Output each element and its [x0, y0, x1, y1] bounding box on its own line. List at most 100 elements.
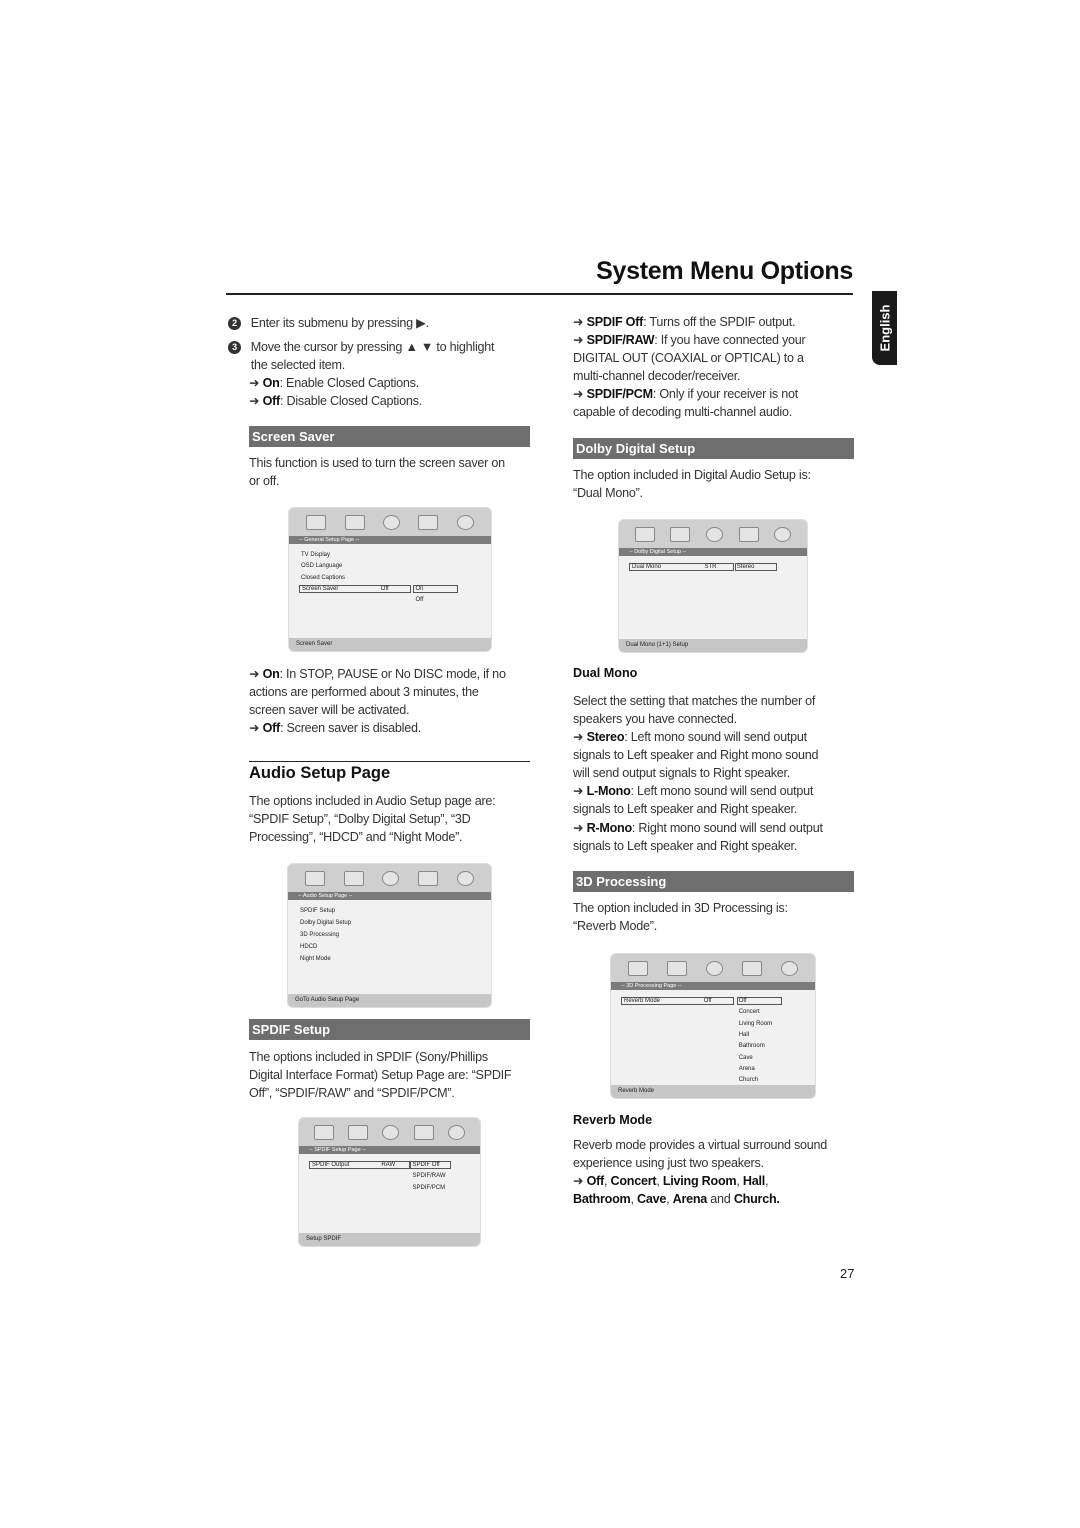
preference-icon	[738, 526, 759, 542]
menu-item: HDCD	[300, 944, 318, 950]
menu-row-label: Reverb Mode	[624, 998, 661, 1004]
screen-saver-on-text: ➜ On: In STOP, PAUSE or No DISC mode, if…	[249, 665, 549, 720]
screen-saver-section-bar: Screen Saver	[249, 426, 530, 447]
dolby-digital-icon	[705, 526, 723, 542]
text-segment: ,	[764, 1174, 769, 1188]
language-tab: English	[872, 291, 897, 365]
general-setup-icon	[314, 1124, 335, 1140]
menu-option: On	[415, 585, 424, 592]
menu-option: Hall	[738, 1031, 750, 1038]
audio-setup-menu-screenshot: -- Audio Setup Page -- SPDIF Setup Dolby D…	[287, 863, 492, 1008]
text-segment: : Enable Closed Captions.	[279, 376, 420, 390]
text-segment: The options included in Audio Setup page…	[249, 794, 496, 845]
text-segment: ➜	[573, 730, 587, 744]
screen-saver-off-text: ➜ Off: Screen saver is disabled.	[249, 719, 549, 737]
audio-setup-icon	[343, 870, 364, 886]
dual-mono-description: Select the setting that matches the numb…	[573, 692, 873, 728]
text-segment: ➜	[573, 333, 587, 347]
bold-term: Off	[586, 1174, 605, 1188]
menu-option: Church	[738, 1077, 759, 1084]
text-segment: Reverb mode provides a virtual surround …	[573, 1138, 828, 1171]
menu-help-bar: Dual Mono (1+1) Setup	[619, 639, 807, 652]
audio-setup-icon	[667, 960, 688, 976]
reverb-mode-options: ➜ Off, Concert, Living Room, Hall, Bathr…	[573, 1172, 873, 1208]
menu-item: Dolby Digital Setup	[300, 920, 352, 926]
menu-item: 3D Processing	[300, 932, 340, 938]
audio-setup-icon	[344, 514, 365, 530]
step-3: 3 Move the cursor by pressing ▲ ▼ to hig…	[228, 338, 528, 374]
text-segment: Select the setting that matches the numb…	[573, 694, 816, 727]
bold-term: Bathroom	[573, 1192, 631, 1207]
3d-processing-description: The option included in 3D Processing is:…	[573, 899, 873, 935]
menu-item: SPDIF Setup	[300, 908, 336, 914]
menu-row-label: SPDIF Output	[312, 1162, 350, 1168]
bold-term: Church.	[733, 1192, 780, 1207]
spdif-description: The options included in SPDIF (Sony/Phil…	[249, 1048, 549, 1103]
password-lock-icon	[447, 1124, 465, 1140]
3d-processing-section-bar: 3D Processing	[573, 871, 854, 892]
text-segment: ,	[604, 1174, 611, 1188]
step-number: 2	[228, 317, 241, 330]
audio-setup-icon	[348, 1124, 369, 1140]
bold-term: Stereo	[586, 730, 625, 744]
menu-row-value: Off	[380, 585, 389, 592]
menu-icon-bar	[288, 864, 491, 892]
bold-term: Hall	[742, 1174, 765, 1188]
bold-term: SPDIF Off	[586, 315, 644, 329]
bold-term: Living Room	[662, 1174, 737, 1188]
text-segment: ➜	[573, 387, 587, 401]
screen-saver-description: This function is used to turn the screen…	[249, 454, 549, 490]
general-setup-icon	[305, 870, 326, 886]
audio-setup-description: The options included in Audio Setup page…	[249, 792, 549, 847]
dolby-digital-icon	[382, 870, 400, 886]
menu-item: TV Display	[301, 552, 331, 558]
title-rule	[226, 293, 853, 295]
text-segment: ➜	[249, 394, 263, 408]
menu-row-label: Screen Saver	[302, 585, 339, 592]
cc-off-text: ➜ Off: Disable Closed Captions.	[249, 392, 549, 410]
dolby-setup-menu-screenshot: -- Dolby Digital Setup -- Dual Mono STR Ste…	[618, 519, 808, 653]
text-segment: ➜	[573, 315, 587, 329]
text-segment: : In STOP, PAUSE or No DISC mode, if no …	[249, 667, 506, 718]
page-number: 27	[840, 1266, 855, 1281]
text-segment: The option included in Digital Audio Set…	[573, 468, 811, 501]
menu-option: Bathroom	[738, 1043, 765, 1050]
text-segment: ,	[736, 1174, 743, 1188]
text-segment: ➜	[249, 376, 263, 390]
text-segment: ,	[656, 1174, 663, 1188]
language-tab-label: English	[877, 304, 892, 352]
spdif-off-text: ➜ SPDIF Off: Turns off the SPDIF output.	[573, 313, 873, 331]
menu-option: SPDIF Off	[412, 1162, 440, 1168]
section-rule	[249, 761, 530, 762]
reverb-mode-heading: Reverb Mode	[573, 1113, 653, 1127]
step-2: 2 Enter its submenu by pressing ▶.	[228, 314, 528, 332]
general-setup-icon	[628, 960, 649, 976]
menu-icon-bar	[299, 1118, 480, 1146]
audio-setup-icon	[670, 526, 691, 542]
text-segment: The options included in SPDIF (Sony/Phil…	[249, 1050, 512, 1101]
stereo-text: ➜ Stereo: Left mono sound will send outp…	[573, 728, 873, 783]
text-segment: Enter its submenu by pressing ▶.	[250, 316, 429, 330]
general-setup-icon	[306, 514, 327, 530]
spdif-raw-text: ➜ SPDIF/RAW: If you have connected your …	[573, 331, 873, 386]
text-segment: ➜	[573, 1174, 587, 1188]
menu-body: Reverb Mode Off Off Concert Living Room Hall B…	[611, 990, 815, 1098]
l-mono-text: ➜ L-Mono: Left mono sound will send outp…	[573, 782, 873, 818]
dual-mono-heading: Dual Mono	[573, 666, 638, 680]
text-segment: : Turns off the SPDIF output.	[643, 315, 796, 329]
password-lock-icon	[780, 960, 798, 976]
menu-icon-bar	[289, 508, 491, 536]
bold-term: Cave	[636, 1192, 667, 1207]
menu-row-value: RAW	[381, 1162, 396, 1168]
bold-term: Off	[262, 721, 281, 735]
menu-page-title: -- SPDIF Setup Page --	[299, 1146, 480, 1154]
text-segment: ,	[666, 1192, 673, 1207]
dolby-digital-icon	[705, 960, 723, 976]
dolby-description: The option included in Digital Audio Set…	[573, 466, 873, 502]
bold-term: On	[262, 667, 280, 681]
menu-item: OSD Language	[301, 563, 343, 570]
menu-option: Stereo	[736, 564, 755, 570]
bold-term: L-Mono	[586, 784, 631, 798]
3d-processing-menu-screenshot: -- 3D Processing Page -- Reverb Mode Off Of…	[610, 953, 816, 1099]
menu-option: Off	[738, 998, 747, 1004]
